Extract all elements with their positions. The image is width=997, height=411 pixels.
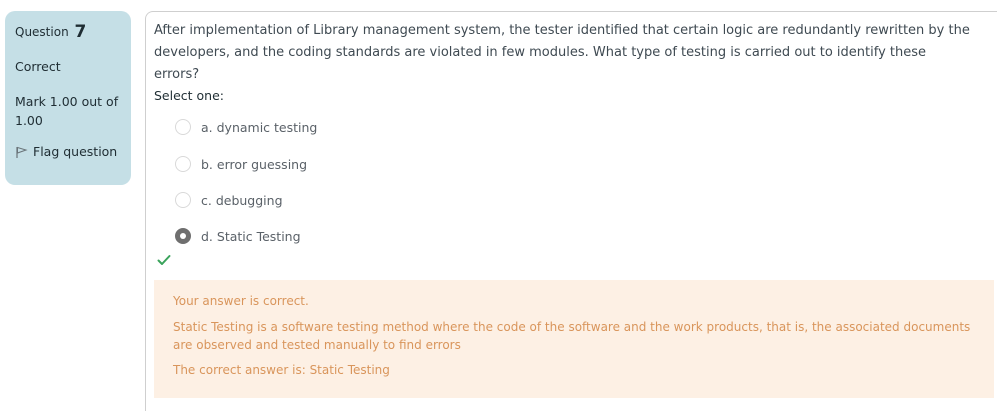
radio-a[interactable] xyxy=(175,119,191,135)
correct-check-icon xyxy=(157,251,171,265)
question-number: Question 7 xyxy=(15,23,121,41)
flag-question-label: Flag question xyxy=(33,144,118,159)
option-label-b: b. error guessing xyxy=(201,156,308,172)
feedback-general: Static Testing is a software testing met… xyxy=(173,320,971,352)
question-content: After implementation of Library manageme… xyxy=(145,11,997,411)
question-info-panel: Question 7 Correct Mark 1.00 out of 1.00… xyxy=(5,11,131,185)
question-state: Correct xyxy=(15,59,61,74)
radio-d-selected[interactable] xyxy=(175,228,191,244)
answer-option-a[interactable]: a. dynamic testing xyxy=(175,119,317,135)
radio-b[interactable] xyxy=(175,156,191,172)
option-label-c: c. debugging xyxy=(201,192,283,208)
question-number-value: 7 xyxy=(74,22,87,42)
flag-icon xyxy=(15,145,29,159)
question-text: After implementation of Library manageme… xyxy=(154,23,970,82)
question-grade: Mark 1.00 out of 1.00 xyxy=(15,94,119,128)
feedback-box: Your answer is correct. Static Testing i… xyxy=(154,280,994,398)
answer-option-d[interactable]: d. Static Testing xyxy=(175,228,301,244)
answer-option-b[interactable]: b. error guessing xyxy=(175,156,307,172)
option-label-a: a. dynamic testing xyxy=(201,119,318,135)
question-label: Question xyxy=(15,25,69,39)
feedback-correctness: Your answer is correct. xyxy=(173,294,309,308)
answer-option-c[interactable]: c. debugging xyxy=(175,192,283,208)
radio-c[interactable] xyxy=(175,192,191,208)
select-one-prompt: Select one: xyxy=(154,88,225,103)
option-label-d: d. Static Testing xyxy=(201,228,301,244)
flag-question-button[interactable]: Flag question xyxy=(15,144,121,159)
feedback-right-answer: The correct answer is: Static Testing xyxy=(173,363,390,377)
